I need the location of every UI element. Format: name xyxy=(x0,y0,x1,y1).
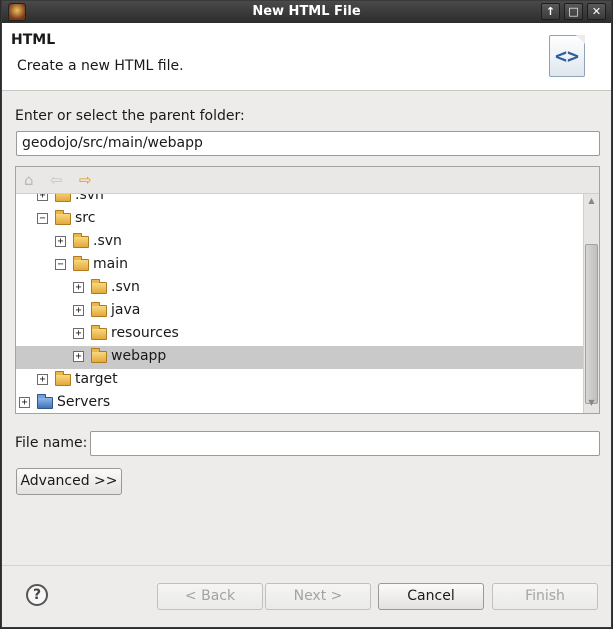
parent-folder-label: Enter or select the parent folder: xyxy=(15,108,245,124)
folder-icon xyxy=(55,194,71,202)
tree-node-label: main xyxy=(93,256,128,272)
tree-row[interactable]: − main xyxy=(16,254,583,277)
project-folder-icon xyxy=(37,394,53,409)
collapse-icon[interactable]: − xyxy=(37,213,48,224)
tree-row[interactable]: + java xyxy=(16,300,583,323)
expand-icon[interactable]: + xyxy=(73,351,84,362)
title-bar[interactable]: New HTML File ↑ □ ✕ xyxy=(2,1,611,23)
tree-node-label: .svn xyxy=(93,233,122,249)
close-button[interactable]: ✕ xyxy=(587,3,606,20)
folder-icon xyxy=(73,233,89,248)
back-button[interactable]: < Back xyxy=(157,583,263,610)
tree-node-label: Servers xyxy=(57,394,111,410)
tree-toolbar: ⌂ ⇦ ⇨ xyxy=(16,167,599,194)
maximize-up-button[interactable]: ↑ xyxy=(541,3,560,20)
tree-node-label: java xyxy=(111,302,141,318)
cancel-button[interactable]: Cancel xyxy=(378,583,484,610)
home-icon[interactable]: ⌂ xyxy=(24,171,34,189)
expand-icon[interactable]: + xyxy=(19,397,30,408)
next-button[interactable]: Next > xyxy=(265,583,371,610)
folder-icon xyxy=(91,279,107,294)
file-name-input[interactable] xyxy=(90,431,600,456)
forward-arrow-icon[interactable]: ⇨ xyxy=(79,171,92,189)
finish-button[interactable]: Finish xyxy=(492,583,598,610)
folder-icon xyxy=(55,371,71,386)
folder-open-icon xyxy=(73,256,89,271)
tree-row[interactable]: + resources xyxy=(16,323,583,346)
tree-node-label: target xyxy=(75,371,118,387)
file-name-label: File name: xyxy=(15,435,88,451)
wizard-page-title: HTML xyxy=(11,32,56,48)
wizard-page-description: Create a new HTML file. xyxy=(17,58,184,74)
folder-icon xyxy=(91,302,107,317)
expand-icon[interactable]: + xyxy=(37,194,48,201)
folder-icon xyxy=(91,348,107,363)
tree-row[interactable]: + Servers xyxy=(16,392,583,413)
tree-row[interactable]: + .svn xyxy=(16,231,583,254)
collapse-icon[interactable]: − xyxy=(55,259,66,270)
wizard-banner: HTML Create a new HTML file. <> xyxy=(2,23,611,91)
new-html-file-dialog: New HTML File ↑ □ ✕ HTML Create a new HT… xyxy=(1,0,612,628)
tree-row[interactable]: + .svn xyxy=(16,277,583,300)
tree-row-selected[interactable]: + webapp xyxy=(16,346,583,369)
tree-node-label: .svn xyxy=(75,194,104,203)
tree-row[interactable]: + .svn xyxy=(16,194,583,208)
scroll-up-icon[interactable]: ▲ xyxy=(584,196,599,210)
scroll-thumb[interactable] xyxy=(585,244,598,404)
parent-folder-input[interactable]: geodojo/src/main/webapp xyxy=(16,131,600,156)
back-arrow-icon[interactable]: ⇦ xyxy=(50,171,63,189)
tree-scrollbar[interactable]: ▲ ▼ xyxy=(583,194,599,413)
scroll-down-icon[interactable]: ▼ xyxy=(584,398,599,412)
help-icon[interactable]: ? xyxy=(26,584,48,606)
expand-icon[interactable]: + xyxy=(37,374,48,385)
tree-node-label: webapp xyxy=(111,348,167,364)
folder-tree: ⌂ ⇦ ⇨ + .svn − src + .svn − main + .svn … xyxy=(15,166,600,414)
window-title: New HTML File xyxy=(252,4,361,19)
tree-node-label: .svn xyxy=(111,279,140,295)
expand-icon[interactable]: + xyxy=(73,305,84,316)
expand-icon[interactable]: + xyxy=(73,328,84,339)
restore-button[interactable]: □ xyxy=(564,3,583,20)
tree-node-label: resources xyxy=(111,325,179,341)
tree-view[interactable]: + .svn − src + .svn − main + .svn + java… xyxy=(16,194,583,413)
advanced-button[interactable]: Advanced >> xyxy=(16,468,122,495)
folder-icon xyxy=(91,325,107,340)
expand-icon[interactable]: + xyxy=(73,282,84,293)
button-bar-separator xyxy=(2,565,611,566)
tree-row[interactable]: + target xyxy=(16,369,583,392)
tree-row[interactable]: − src xyxy=(16,208,583,231)
tree-node-label: src xyxy=(75,210,96,226)
html-file-icon: <> xyxy=(549,35,585,77)
folder-open-icon xyxy=(55,210,71,225)
expand-icon[interactable]: + xyxy=(55,236,66,247)
